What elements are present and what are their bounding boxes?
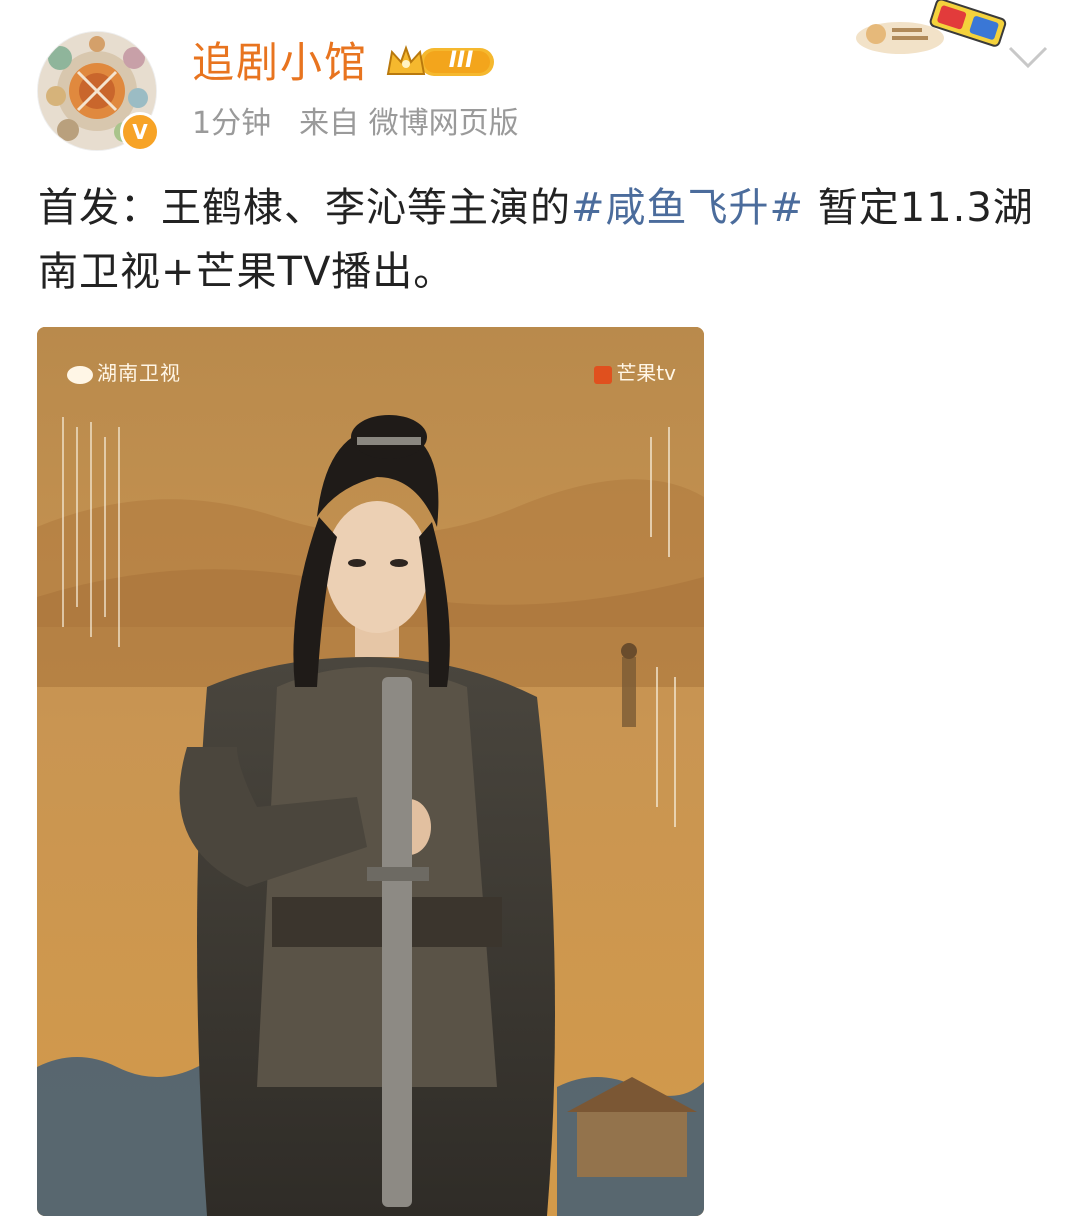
hashtag-link[interactable]: #咸鱼飞升# <box>571 185 804 231</box>
level-label: III <box>448 48 474 73</box>
post-image[interactable]: 湖南卫视 芒果tv <box>37 327 704 1216</box>
post-source: 来自 微博网页版 <box>299 106 519 141</box>
post-time: 1分钟 <box>192 106 272 141</box>
verified-v-icon: V <box>120 112 160 152</box>
hunan-tv-logo: 湖南卫视 <box>67 357 181 386</box>
mango-tv-logo: 芒果tv <box>594 357 676 386</box>
post-text-prefix: 首发：王鹤棣、李沁等主演的 <box>38 185 571 231</box>
username[interactable]: 追剧小馆 <box>192 36 368 90</box>
weibo-post-card: V 追剧小馆 III 1分钟 来自 微博网页版 首发：王鹤棣、李沁等主演的#咸鱼飞… <box>0 0 1080 1231</box>
post-text: 首发：王鹤棣、李沁等主演的#咸鱼飞升# 暂定11.3湖南卫视+芒果TV播出。 <box>38 176 1048 304</box>
chevron-down-icon[interactable] <box>1006 42 1050 72</box>
3d-glasses-sticker-icon <box>856 0 1007 54</box>
post-meta: 1分钟 来自 微博网页版 <box>192 104 519 144</box>
